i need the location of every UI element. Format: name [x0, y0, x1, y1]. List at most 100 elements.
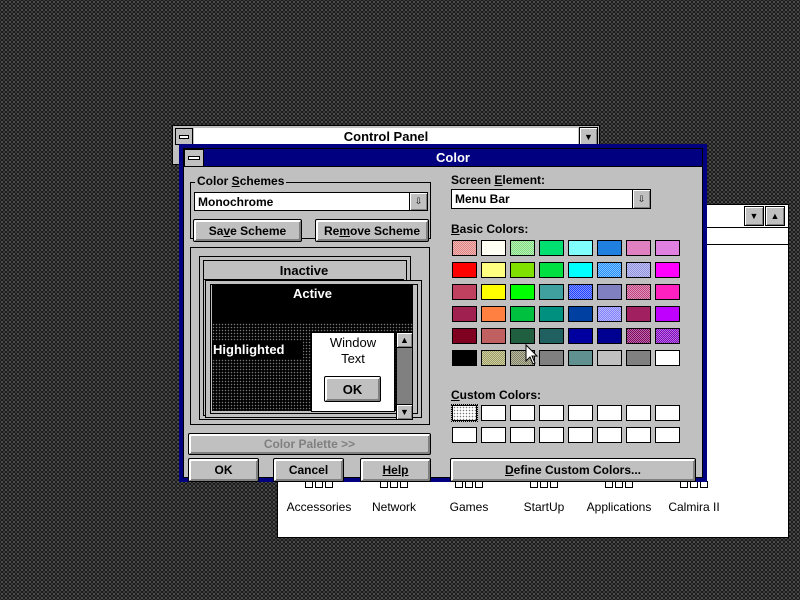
screen-element-dropdown[interactable]: Menu Bar ⇩: [451, 189, 651, 209]
basic-color-swatch[interactable]: [626, 240, 651, 256]
basic-color-swatch[interactable]: [452, 262, 477, 278]
custom-color-swatch[interactable]: [655, 405, 680, 421]
label-part: lement:: [502, 173, 546, 187]
custom-color-swatch[interactable]: [568, 427, 593, 443]
basic-color-swatch[interactable]: [568, 350, 593, 366]
custom-color-swatch[interactable]: [451, 404, 478, 422]
basic-color-swatch[interactable]: [568, 240, 593, 256]
icon-network[interactable]: Network: [361, 479, 427, 514]
icon-label: Calmira II: [668, 500, 720, 514]
color-palette-button[interactable]: Color Palette >>: [188, 433, 431, 455]
basic-color-swatch[interactable]: [655, 240, 680, 256]
basic-color-swatch[interactable]: [539, 240, 564, 256]
basic-color-swatch[interactable]: [539, 284, 564, 300]
label-part: v: [223, 223, 231, 238]
basic-color-swatch[interactable]: [626, 262, 651, 278]
preview-menu-bar: [212, 305, 413, 323]
icon-applications[interactable]: Applications: [584, 479, 654, 514]
remove-scheme-button[interactable]: Re m ove Scheme: [315, 219, 429, 242]
custom-color-swatch[interactable]: [539, 405, 564, 421]
icon-games[interactable]: Games: [436, 479, 502, 514]
icon-label: StartUp: [523, 500, 565, 514]
cancel-button[interactable]: Cancel: [273, 458, 344, 482]
basic-color-swatch[interactable]: [510, 240, 535, 256]
basic-color-swatch[interactable]: [597, 240, 622, 256]
basic-color-swatch[interactable]: [597, 262, 622, 278]
basic-color-swatch[interactable]: [568, 306, 593, 322]
basic-color-swatch[interactable]: [452, 240, 477, 256]
basic-color-swatch[interactable]: [568, 328, 593, 344]
help-button[interactable]: Help: [360, 458, 431, 482]
basic-color-swatch[interactable]: [481, 328, 506, 344]
custom-color-swatch[interactable]: [481, 405, 506, 421]
basic-color-swatch[interactable]: [597, 350, 622, 366]
basic-color-swatch[interactable]: [655, 350, 680, 366]
scroll-down-icon: ▼: [396, 404, 413, 420]
minimize-button[interactable]: ▼: [744, 206, 764, 226]
color-dialog-titlebar[interactable]: Color: [204, 149, 702, 167]
basic-color-swatch[interactable]: [597, 306, 622, 322]
dropdown-arrow-icon[interactable]: ⇩: [409, 192, 428, 211]
icon-startup[interactable]: StartUp: [511, 479, 577, 514]
basic-color-swatch[interactable]: [539, 350, 564, 366]
basic-color-swatch[interactable]: [510, 262, 535, 278]
ok-button[interactable]: OK: [188, 458, 259, 482]
basic-color-swatch[interactable]: [510, 328, 535, 344]
basic-color-swatch[interactable]: [481, 306, 506, 322]
custom-color-swatch[interactable]: [655, 427, 680, 443]
basic-color-swatch[interactable]: [452, 284, 477, 300]
custom-color-swatch[interactable]: [626, 427, 651, 443]
custom-color-swatch[interactable]: [597, 427, 622, 443]
system-menu-icon[interactable]: [184, 149, 204, 167]
basic-color-swatch[interactable]: [481, 240, 506, 256]
basic-color-swatch[interactable]: [452, 306, 477, 322]
define-custom-colors-button[interactable]: Define Custom Colors...: [450, 458, 696, 482]
custom-color-swatch[interactable]: [597, 405, 622, 421]
control-panel-system-menu-icon[interactable]: [175, 128, 193, 145]
basic-color-swatch[interactable]: [481, 284, 506, 300]
basic-color-swatch[interactable]: [597, 284, 622, 300]
basic-color-swatch[interactable]: [539, 328, 564, 344]
basic-color-swatch[interactable]: [626, 306, 651, 322]
icon-accessories[interactable]: Accessories: [286, 479, 352, 514]
basic-color-swatch[interactable]: [568, 262, 593, 278]
basic-color-swatch[interactable]: [510, 284, 535, 300]
basic-color-swatch[interactable]: [481, 262, 506, 278]
icon-calmira[interactable]: Calmira II: [661, 479, 727, 514]
basic-color-swatch[interactable]: [452, 350, 477, 366]
custom-colors-label: Custom Colors:: [451, 388, 541, 402]
maximize-button[interactable]: ▲: [765, 206, 785, 226]
label-part: C: [451, 388, 460, 402]
color-dialog-body: Color Color Schemes Monochrome ⇩ Sa v e Sc…: [183, 148, 703, 482]
custom-color-swatch[interactable]: [510, 405, 535, 421]
basic-color-swatch[interactable]: [626, 350, 651, 366]
basic-color-swatch[interactable]: [481, 350, 506, 366]
basic-color-swatch[interactable]: [510, 306, 535, 322]
basic-color-swatch[interactable]: [655, 306, 680, 322]
preview-area[interactable]: Inactive Active Highlighted Window Text …: [190, 247, 430, 425]
dropdown-arrow-icon[interactable]: ⇩: [632, 189, 651, 209]
custom-color-swatch[interactable]: [510, 427, 535, 443]
custom-color-swatch[interactable]: [452, 427, 477, 443]
basic-color-swatch[interactable]: [655, 262, 680, 278]
basic-color-swatch[interactable]: [539, 306, 564, 322]
preview-ok-button: OK: [324, 376, 381, 402]
network-icon: [379, 479, 409, 499]
basic-color-swatch[interactable]: [539, 262, 564, 278]
basic-color-swatch[interactable]: [597, 328, 622, 344]
custom-color-swatch[interactable]: [539, 427, 564, 443]
control-panel-titlebar[interactable]: Control Panel: [194, 128, 578, 145]
save-scheme-button[interactable]: Sa v e Scheme: [193, 219, 302, 242]
basic-color-swatch[interactable]: [626, 284, 651, 300]
basic-color-swatch[interactable]: [452, 328, 477, 344]
icon-label: Games: [449, 500, 489, 514]
basic-color-swatch[interactable]: [568, 284, 593, 300]
custom-color-swatch[interactable]: [626, 405, 651, 421]
custom-color-swatch[interactable]: [568, 405, 593, 421]
color-schemes-dropdown[interactable]: Monochrome ⇩: [194, 192, 428, 211]
screen-element-label: Screen Element:: [451, 173, 545, 187]
basic-color-swatch[interactable]: [655, 328, 680, 344]
basic-color-swatch[interactable]: [655, 284, 680, 300]
custom-color-swatch[interactable]: [481, 427, 506, 443]
basic-color-swatch[interactable]: [626, 328, 651, 344]
